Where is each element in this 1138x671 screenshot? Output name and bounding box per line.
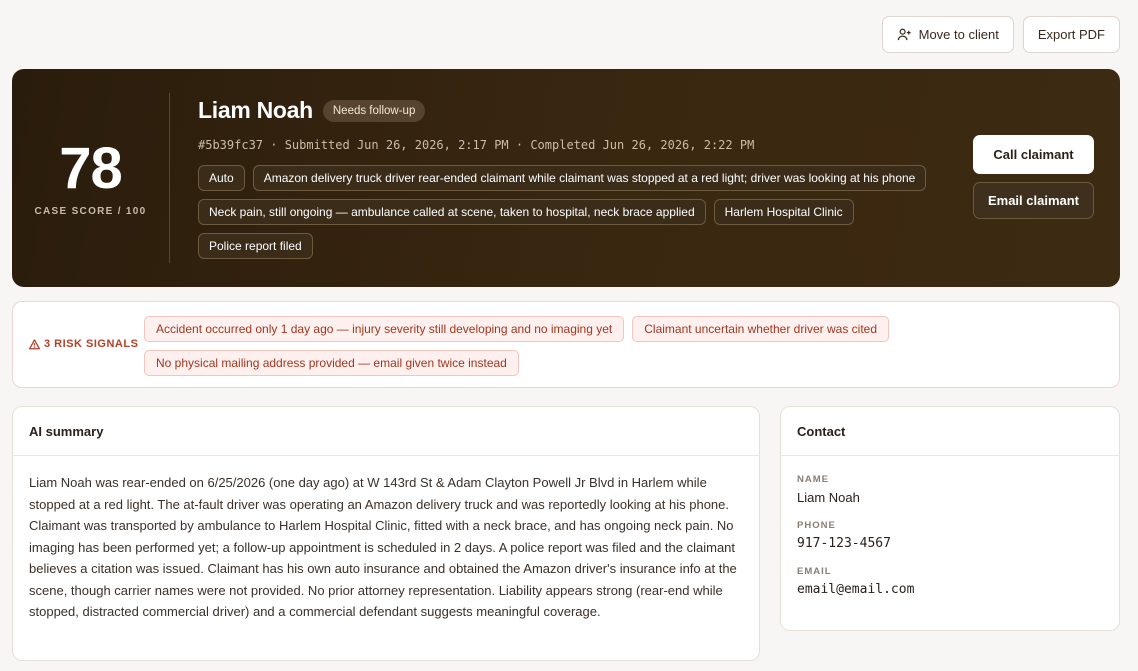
case-meta: #5b39fc37 · Submitted Jun 26, 2026, 2:17… [198,138,755,152]
contact-email-label: EMAIL [797,566,832,577]
case-score: 78 CASE SCORE / 100 [12,69,169,287]
hero-actions: Call claimant Email claimant [973,135,1094,219]
risk-signals: 3 RISK SIGNALS Accident occurred only 1 … [12,301,1120,388]
risk-signal: No physical mailing address provided — e… [144,350,519,376]
contact-email-value[interactable]: email@email.com [797,582,1103,597]
case-tag: Neck pain, still ongoing — ambulance cal… [198,199,706,225]
case-hero: 78 CASE SCORE / 100 Liam Noah Needs foll… [12,69,1120,287]
case-tag: Amazon delivery truck driver rear-ended … [252,165,927,191]
case-score-value: 78 [59,135,123,201]
case-score-label: CASE SCORE / 100 [34,205,147,217]
risk-signal: Claimant uncertain whether driver was ci… [632,316,890,342]
top-actions: Move to client Export PDF [881,16,1120,53]
ai-summary-title: AI summary [13,407,759,456]
risk-signal: Accident occurred only 1 day ago — injur… [144,316,625,342]
export-pdf-button[interactable]: Export PDF [1022,16,1120,53]
ai-summary-card: AI summary Liam Noah was rear-ended on 6… [12,406,760,661]
contact-title: Contact [781,407,1119,456]
hero-details: Liam Noah Needs follow-up #5b39fc37 · Su… [198,97,938,259]
move-to-client-label: Move to client [918,27,999,42]
contact-phone-value[interactable]: 917-123-4567 [797,536,1103,551]
email-claimant-button[interactable]: Email claimant [973,182,1094,219]
case-tag: Harlem Hospital Clinic [713,199,854,225]
case-tag: Auto [198,165,245,191]
contact-fields: NAME Liam Noah PHONE 917-123-4567 EMAIL … [781,456,1119,597]
warning-icon [29,338,40,349]
risk-signal-list: Accident occurred only 1 day ago — injur… [144,316,1104,376]
move-to-client-button[interactable]: Move to client [881,16,1014,53]
claimant-name: Liam Noah [198,97,313,123]
case-tag: Police report filed [198,233,313,259]
risk-signals-count: 3 RISK SIGNALS [44,338,139,350]
case-tags: Auto Amazon delivery truck driver rear-e… [198,165,938,259]
user-plus-icon [897,28,911,41]
status-badge: Needs follow-up [322,99,426,122]
contact-name-field: NAME Liam Noah [797,474,1103,505]
contact-phone-label: PHONE [797,520,836,531]
contact-name-label: NAME [797,474,829,485]
risk-signals-label: 3 RISK SIGNALS [29,338,138,350]
contact-phone-field: PHONE 917-123-4567 [797,520,1103,551]
contact-email-field: EMAIL email@email.com [797,566,1103,597]
export-pdf-label: Export PDF [1037,27,1105,42]
hero-divider [169,93,170,263]
call-claimant-button[interactable]: Call claimant [973,135,1094,174]
name-row: Liam Noah Needs follow-up [198,97,938,124]
contact-card: Contact NAME Liam Noah PHONE 917-123-456… [780,406,1120,631]
ai-summary-text: Liam Noah was rear-ended on 6/25/2026 (o… [29,475,737,619]
contact-name-value: Liam Noah [797,490,860,505]
